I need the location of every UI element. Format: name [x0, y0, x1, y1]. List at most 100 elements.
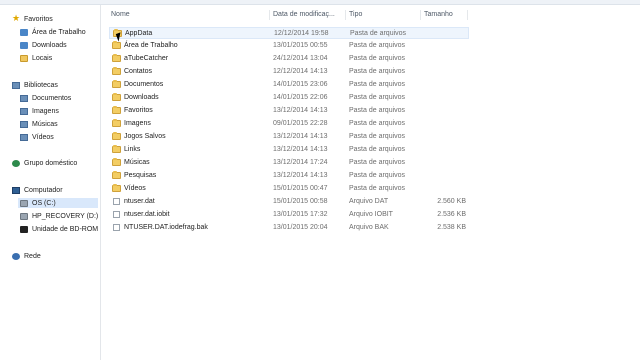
- file-list-pane: Nome Data de modificaç... Tipo Tamanho A…: [101, 5, 640, 360]
- file-name: AppData: [125, 30, 153, 37]
- file-type: Pasta de arquivos: [349, 146, 406, 153]
- column-divider[interactable]: [269, 10, 270, 20]
- desktop-icon: [20, 28, 28, 36]
- downloads-icon: [20, 41, 28, 49]
- nav-computer-label: Computador: [24, 186, 63, 194]
- file-row[interactable]: Contatos 12/12/2014 14:13 Pasta de arquivo…: [109, 66, 469, 78]
- file-row[interactable]: Pesquisas 13/12/2014 14:13 Pasta de arquiv…: [109, 170, 469, 182]
- file-row[interactable]: aTubeCatcher 24/12/2014 13:04 Pasta de arq…: [109, 53, 469, 65]
- file-date: 14/01/2015 23:06: [273, 81, 328, 88]
- file-name: Músicas: [124, 159, 150, 166]
- column-header-size[interactable]: Tamanho: [424, 11, 453, 18]
- column-header-date[interactable]: Data de modificaç...: [273, 11, 335, 18]
- column-header-name[interactable]: Nome: [111, 11, 130, 18]
- nav-item-locais[interactable]: Locais: [20, 53, 52, 63]
- file-row[interactable]: NTUSER.DAT.iodefrag.bak 13/01/2015 20:04 A…: [109, 222, 469, 234]
- nav-item-musicas[interactable]: Músicas: [20, 119, 58, 129]
- file-date: 15/01/2015 00:58: [273, 198, 328, 205]
- file-name: Pesquisas: [124, 172, 157, 179]
- folder-icon: [112, 158, 121, 166]
- file-type: Pasta de arquivos: [349, 159, 406, 166]
- file-type: Pasta de arquivos: [350, 30, 407, 37]
- column-divider[interactable]: [345, 10, 346, 20]
- file-row[interactable]: Área de Trabalho 13/01/2015 00:55 Pasta de…: [109, 40, 469, 52]
- column-header-type[interactable]: Tipo: [349, 11, 362, 18]
- file-name: Vídeos: [124, 185, 146, 192]
- file-size: 2.536 KB: [437, 211, 466, 218]
- file-name: Contatos: [124, 68, 153, 75]
- nav-item-videos[interactable]: Vídeos: [20, 132, 54, 142]
- file-row[interactable]: Documentos 14/01/2015 23:06 Pasta de arqui…: [109, 79, 469, 91]
- file-date: 12/12/2014 14:13: [273, 68, 328, 75]
- file-date: 09/01/2015 22:28: [273, 120, 328, 127]
- nav-item-label: Documentos: [32, 94, 72, 102]
- file-date: 13/01/2015 20:04: [273, 224, 328, 231]
- file-name: ntuser.dat: [124, 198, 155, 205]
- network-icon: [12, 252, 20, 260]
- column-divider[interactable]: [420, 10, 421, 20]
- file-date: 13/12/2014 17:24: [273, 159, 328, 166]
- nav-item-drive-d[interactable]: HP_RECOVERY (D:): [20, 211, 98, 221]
- nav-item-imagens[interactable]: Imagens: [20, 106, 59, 116]
- file-type: Pasta de arquivos: [349, 81, 406, 88]
- file-date: 13/01/2015 00:55: [273, 42, 328, 49]
- file-name: aTubeCatcher: [124, 55, 169, 62]
- file-name: Jogos Salvos: [124, 133, 166, 140]
- file-row[interactable]: Jogos Salvos 13/12/2014 14:13 Pasta de arq…: [109, 131, 469, 143]
- library-icon: [12, 81, 20, 89]
- optical-drive-icon: [20, 225, 28, 233]
- nav-item-label: Músicas: [32, 120, 58, 128]
- column-divider[interactable]: [467, 10, 468, 20]
- file-date: 13/01/2015 17:32: [273, 211, 328, 218]
- file-row[interactable]: Links 13/12/2014 14:13 Pasta de arquivos: [109, 144, 469, 156]
- file-type: Pasta de arquivos: [349, 42, 406, 49]
- folder-icon: [112, 106, 121, 114]
- file-row[interactable]: Músicas 13/12/2014 17:24 Pasta de arquivos: [109, 157, 469, 169]
- documents-library-icon: [20, 94, 28, 102]
- nav-item-desktop[interactable]: Área de Trabalho: [20, 27, 86, 37]
- nav-item-bd-rom[interactable]: Unidade de BD-ROM: [20, 224, 98, 234]
- file-row[interactable]: ntuser.dat 15/01/2015 00:58 Arquivo DAT 2.5…: [109, 196, 469, 208]
- file-row[interactable]: AppData 12/12/2014 19:58 Pasta de arquivos: [109, 27, 469, 39]
- nav-item-label: Locais: [32, 54, 53, 62]
- file-type: Pasta de arquivos: [349, 172, 406, 179]
- file-date: 13/12/2014 14:13: [273, 172, 328, 179]
- file-type: Pasta de arquivos: [349, 94, 406, 101]
- file-row[interactable]: Downloads 14/01/2015 22:06 Pasta de arquiv…: [109, 92, 469, 104]
- folder-icon: [112, 119, 121, 127]
- nav-item-label: Imagens: [32, 107, 59, 115]
- file-row[interactable]: ntuser.dat.iobit 13/01/2015 17:32 Arquivo …: [109, 209, 469, 221]
- computer-icon: [12, 186, 20, 194]
- nav-libraries[interactable]: Bibliotecas: [12, 80, 58, 90]
- file-row[interactable]: Favoritos 13/12/2014 14:13 Pasta de arquiv…: [109, 105, 469, 117]
- file-type: Pasta de arquivos: [349, 55, 406, 62]
- nav-network-label: Rede: [24, 252, 41, 260]
- file-type: Pasta de arquivos: [349, 120, 406, 127]
- file-row[interactable]: Imagens 09/01/2015 22:28 Pasta de arquivos: [109, 118, 469, 130]
- file-name: Favoritos: [124, 107, 153, 114]
- nav-item-label: Área de Trabalho: [32, 28, 86, 36]
- nav-item-drive-c[interactable]: OS (C:): [18, 198, 98, 208]
- file-type: Pasta de arquivos: [349, 133, 406, 140]
- folder-icon: [112, 171, 121, 179]
- file-type: Pasta de arquivos: [349, 185, 406, 192]
- nav-item-downloads[interactable]: Downloads: [20, 40, 67, 50]
- nav-item-documentos[interactable]: Documentos: [20, 93, 71, 103]
- nav-homegroup[interactable]: Grupo doméstico: [12, 158, 77, 168]
- folder-icon: [112, 41, 121, 49]
- file-icon: [113, 211, 120, 218]
- file-size: 2.560 KB: [437, 198, 466, 205]
- folder-icon: [112, 80, 121, 88]
- videos-library-icon: [20, 133, 28, 141]
- nav-item-label: Vídeos: [32, 133, 54, 141]
- nav-homegroup-label: Grupo doméstico: [24, 159, 78, 167]
- drive-icon: [20, 199, 28, 207]
- nav-item-label: HP_RECOVERY (D:): [32, 212, 99, 220]
- nav-favorites[interactable]: ★ Favoritos: [12, 14, 53, 24]
- file-row[interactable]: Vídeos 15/01/2015 00:47 Pasta de arquivos: [109, 183, 469, 195]
- nav-network[interactable]: Rede: [12, 251, 41, 261]
- file-icon: [113, 224, 120, 231]
- nav-computer[interactable]: Computador: [12, 185, 63, 195]
- file-type: Arquivo BAK: [349, 224, 389, 231]
- file-icon: [113, 198, 120, 205]
